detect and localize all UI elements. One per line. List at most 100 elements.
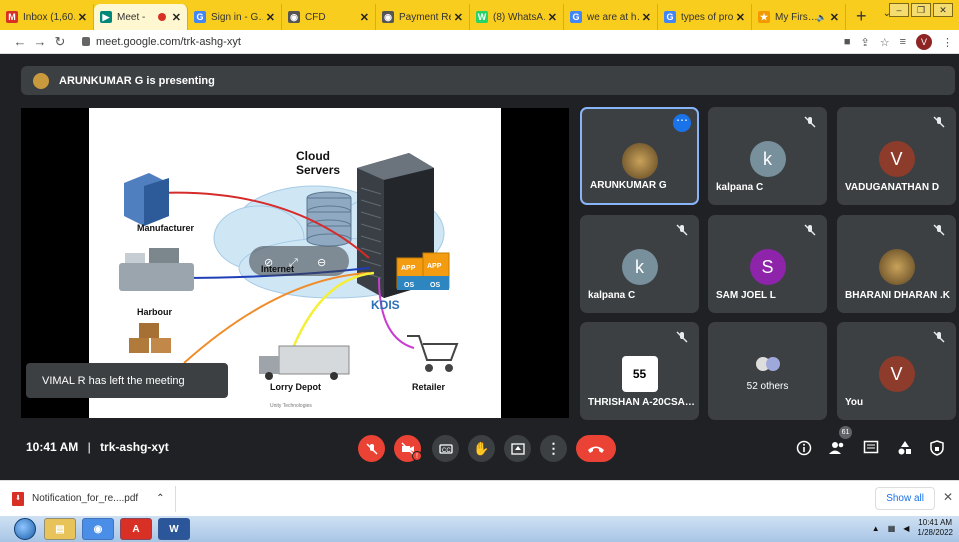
forward-icon[interactable]: →	[30, 34, 50, 49]
participant-name: ARUNKUMAR G	[590, 180, 667, 191]
system-tray: ▲ ▦ ◀ 10:41 AM 1/28/2022	[872, 518, 953, 538]
close-tab-icon[interactable]: ✕	[78, 11, 87, 24]
download-item[interactable]: ⬇ Notification_for_re....pdf ⌃	[12, 485, 176, 512]
presenting-text: ARUNKUMAR G is presenting	[59, 74, 215, 87]
people-button[interactable]	[828, 439, 846, 457]
muted-mic-icon	[933, 116, 945, 128]
people-icon	[829, 442, 844, 454]
new-tab-button[interactable]: +	[846, 4, 877, 30]
share-icon[interactable]: ⇪	[860, 36, 869, 49]
present-button[interactable]	[504, 435, 531, 462]
windows-taskbar: ▤ ◉ A W ▲ ▦ ◀ 10:41 AM 1/28/2022	[0, 516, 959, 542]
browser-tab[interactable]: ◉ CFD ✕	[282, 4, 376, 30]
close-tab-icon[interactable]: ✕	[172, 11, 181, 24]
participant-avatar: k	[749, 141, 786, 177]
participant-tile[interactable]: V VADUGANATHAN D	[837, 107, 956, 205]
close-tab-icon[interactable]: ✕	[736, 11, 745, 24]
start-button[interactable]	[14, 518, 36, 540]
participant-tile[interactable]: 52 others	[708, 322, 827, 420]
more-options-button[interactable]: ⋮	[540, 435, 567, 462]
browser-tab[interactable]: M Inbox (1,60…✕	[0, 4, 94, 30]
close-tab-icon[interactable]: ✕	[642, 11, 651, 24]
tray-arrow-icon[interactable]: ▲	[872, 524, 880, 533]
tray-clock[interactable]: 10:41 AM 1/28/2022	[917, 518, 953, 538]
tab-favicon-icon: ★	[758, 11, 770, 23]
browser-tab[interactable]: Gwe are at h…✕	[564, 4, 658, 30]
chevron-up-icon[interactable]: ⌃	[156, 493, 164, 504]
reload-icon[interactable]: ↻	[50, 34, 70, 50]
lock-icon	[82, 37, 90, 46]
browser-tab[interactable]: Gtypes of pro…✕	[658, 4, 752, 30]
close-tab-icon[interactable]: ✕	[548, 11, 557, 24]
close-tab-icon[interactable]: ✕	[360, 11, 369, 24]
tab-strip: MInbox (1,60…✕▶Meet -✕GSign in - G…✕◉CFD…	[0, 0, 959, 30]
participant-tile[interactable]: k kalpana C	[708, 107, 827, 205]
more-vert-icon: ⋮	[546, 440, 561, 456]
minimize-icon[interactable]: –	[889, 3, 909, 17]
tab-title: My Firs…	[775, 11, 817, 23]
tab-list: MInbox (1,60…✕▶Meet -✕GSign in - G…✕◉CFD…	[0, 0, 846, 30]
participant-tile[interactable]: V You	[837, 322, 956, 420]
raise-hand-button[interactable]: ✋	[468, 435, 495, 462]
captions-icon: CC	[438, 443, 453, 454]
speed-limit-avatar: 55	[621, 356, 658, 392]
info-icon	[796, 440, 812, 456]
captions-button[interactable]: CC	[432, 435, 459, 462]
close-tab-icon[interactable]: ✕	[830, 11, 839, 24]
chrome-taskbar-icon[interactable]: ◉	[82, 518, 114, 540]
mic-off-button[interactable]	[358, 435, 385, 462]
hand-icon: ✋	[473, 440, 490, 456]
chat-button[interactable]	[862, 439, 880, 457]
host-controls-button[interactable]	[928, 439, 946, 457]
present-icon	[510, 442, 525, 455]
close-window-icon[interactable]: ✕	[933, 3, 953, 17]
explorer-taskbar-icon[interactable]: ▤	[44, 518, 76, 540]
bookmark-star-icon[interactable]: ☆	[880, 36, 890, 49]
camera-off-button[interactable]: !	[394, 435, 422, 462]
reading-list-icon[interactable]: ≡	[900, 36, 906, 48]
participant-avatar: V	[878, 141, 915, 177]
camera-icon[interactable]: ■	[844, 36, 851, 48]
presenter-avatar	[33, 72, 49, 89]
participant-name: kalpana C	[588, 290, 636, 301]
show-all-button[interactable]: Show all	[875, 487, 935, 510]
network-icon[interactable]: ▦	[888, 524, 896, 533]
browser-tab[interactable]: G Sign in - G… ✕	[188, 4, 282, 30]
participant-tile[interactable]: ARUNKUMAR G ⋯	[580, 107, 699, 205]
close-tab-icon[interactable]: ✕	[266, 11, 275, 24]
toolbar-right: ■ ⇪ ☆ ≡ V ⋮	[844, 34, 953, 50]
url-field[interactable]: meet.google.com/trk-ashg-xyt	[82, 36, 241, 48]
participant-tile[interactable]: S SAM JOEL L	[708, 215, 827, 313]
svg-text:CC: CC	[442, 448, 451, 454]
acrobat-taskbar-icon[interactable]: A	[120, 518, 152, 540]
cloud-label-1: Cloud	[296, 149, 330, 163]
tab-audio-icon[interactable]: 🔈	[817, 13, 827, 22]
participant-tile[interactable]: 55 THRISHAN A-20CSA…	[580, 322, 699, 420]
word-taskbar-icon[interactable]: W	[158, 518, 190, 540]
volume-icon[interactable]: ◀	[903, 524, 909, 533]
participant-tile[interactable]: k kalpana C	[580, 215, 699, 313]
svg-text:⊖: ⊖	[317, 257, 326, 269]
browser-tab[interactable]: ◉ Payment Re…✕	[376, 4, 470, 30]
back-icon[interactable]: ←	[10, 34, 30, 49]
chat-icon	[863, 440, 879, 454]
browser-tab[interactable]: ★ My Firs… 🔈 ✕	[752, 4, 846, 30]
internet-label: Internet	[261, 264, 294, 274]
tab-favicon-icon: W	[476, 11, 488, 23]
browser-tab[interactable]: W (8) WhatsA…✕	[470, 4, 564, 30]
activities-button[interactable]	[896, 439, 914, 457]
close-shelf-icon[interactable]: ✕	[943, 490, 953, 504]
menu-dots-icon[interactable]: ⋮	[942, 36, 953, 49]
profile-avatar[interactable]: V	[916, 34, 932, 50]
participant-tile[interactable]: BHARANI DHARAN .K	[837, 215, 956, 313]
tab-favicon-icon: ▶	[100, 11, 112, 23]
browser-tab[interactable]: ▶ Meet - ✕	[94, 4, 188, 30]
tile-more-icon[interactable]: ⋯	[673, 114, 691, 132]
meeting-details-button[interactable]	[795, 439, 813, 457]
os-label-1: OS	[404, 282, 414, 289]
close-tab-icon[interactable]: ✕	[454, 11, 463, 24]
leave-call-button[interactable]	[576, 435, 616, 462]
maximize-icon[interactable]: ❐	[911, 3, 931, 17]
shield-lock-icon	[930, 440, 944, 456]
participant-name: VADUGANATHAN D	[845, 182, 940, 193]
